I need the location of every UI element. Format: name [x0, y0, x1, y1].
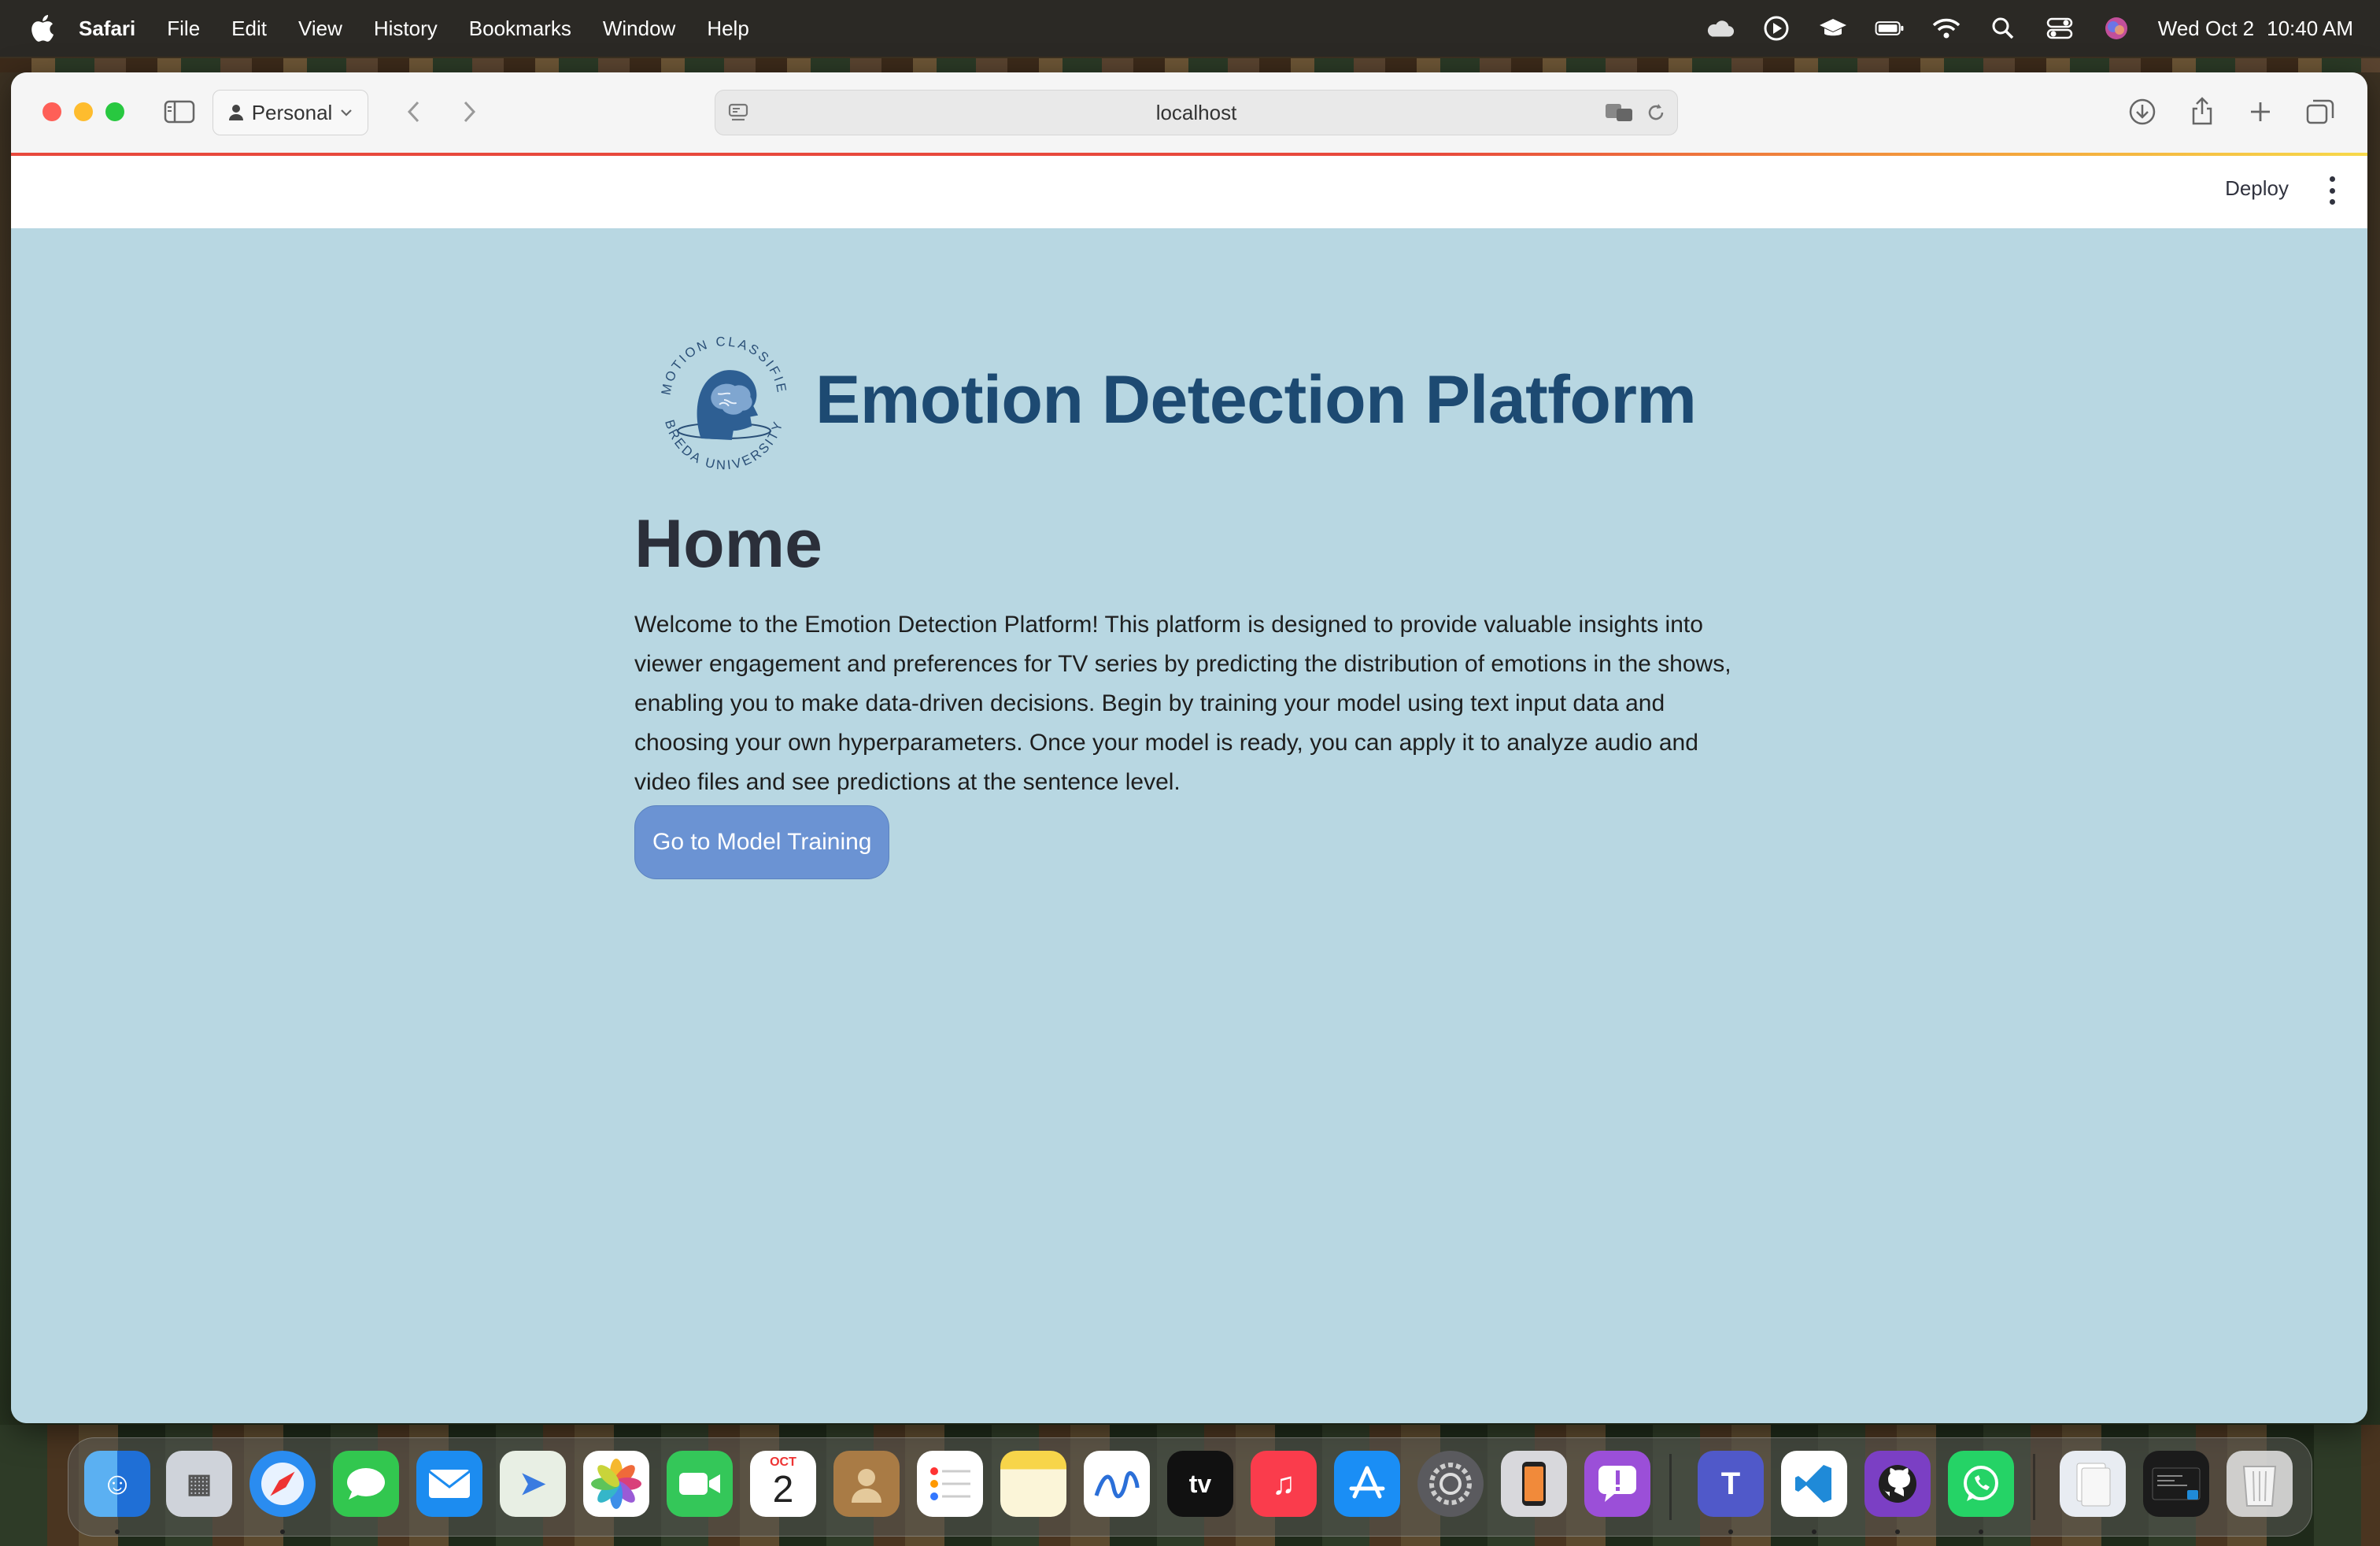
launchpad-icon[interactable]: ▦: [166, 1451, 232, 1517]
calendar-icon[interactable]: OCT 2: [750, 1451, 816, 1517]
menu-app-name[interactable]: Safari: [79, 17, 135, 41]
new-tab-icon[interactable]: [2245, 96, 2276, 128]
reload-icon[interactable]: [1644, 102, 1668, 124]
back-icon[interactable]: [400, 98, 428, 126]
running-indicator: [1812, 1529, 1816, 1534]
go-to-model-training-button[interactable]: Go to Model Training: [634, 805, 890, 879]
graduation-cap-icon[interactable]: [1818, 13, 1848, 43]
apple-tv-label: tv: [1188, 1469, 1212, 1498]
person-icon: [228, 105, 243, 120]
downloads-icon[interactable]: [2127, 96, 2158, 128]
teams-icon[interactable]: T: [1698, 1451, 1764, 1517]
url-text: localhost: [1155, 101, 1237, 124]
menu-edit[interactable]: Edit: [231, 17, 267, 41]
dock-separator: [1669, 1454, 1672, 1520]
running-indicator: [280, 1529, 285, 1534]
running-indicator: [115, 1529, 120, 1534]
title-row: EMOTION CLASSIFIER BREDA UNIVERSITY Emot…: [634, 321, 1752, 479]
music-icon[interactable]: ♫: [1251, 1451, 1317, 1517]
system-settings-icon[interactable]: [1417, 1451, 1484, 1517]
forward-icon[interactable]: [455, 98, 483, 126]
safari-window: Personal localhost Deploy MOTION CLASSIF…: [11, 72, 2367, 1423]
calendar-month: OCT: [770, 1455, 796, 1469]
app-header: Deploy: [11, 156, 2367, 228]
running-indicator: [1895, 1529, 1900, 1534]
photos-icon[interactable]: [583, 1451, 649, 1517]
dock-separator: [2033, 1454, 2035, 1520]
emotion-classifier-logo: EMOTION CLASSIFIER BREDA UNIVERSITY: [647, 323, 787, 472]
reminders-icon[interactable]: [917, 1451, 983, 1517]
notes-icon[interactable]: [1000, 1451, 1066, 1517]
zoom-window-button[interactable]: [105, 102, 124, 121]
sidebar-toggle-icon[interactable]: [164, 98, 195, 126]
dock: ☺ ▦ ➤ OCT 2 tv ♫ T: [68, 1437, 2312, 1537]
whatsapp-icon[interactable]: [1948, 1451, 2014, 1517]
browser-toolbar: Personal localhost: [11, 72, 2367, 155]
siri-icon[interactable]: [2101, 13, 2131, 43]
wifi-icon[interactable]: [1931, 13, 1961, 43]
icloud-icon[interactable]: [1705, 13, 1735, 43]
close-window-button[interactable]: [42, 102, 61, 121]
apple-icon[interactable]: [28, 13, 60, 44]
tab-overview-icon[interactable]: [2304, 96, 2336, 128]
page-heading: Home: [634, 506, 822, 582]
freeform-icon[interactable]: [1084, 1451, 1150, 1517]
desktop-wallpaper: [0, 58, 2380, 72]
address-bar[interactable]: localhost: [715, 90, 1678, 135]
content-column: EMOTION CLASSIFIER BREDA UNIVERSITY Emot…: [634, 321, 1752, 879]
terminal-window-icon[interactable]: [2143, 1451, 2209, 1517]
app-store-icon[interactable]: [1334, 1451, 1400, 1517]
share-icon[interactable]: [2186, 94, 2218, 128]
menu-view[interactable]: View: [298, 17, 342, 41]
deploy-button[interactable]: Deploy: [2225, 176, 2289, 201]
menu-file[interactable]: File: [167, 17, 200, 41]
main-menu-icon[interactable]: [2320, 173, 2344, 208]
iphone-mirroring-icon[interactable]: [1501, 1451, 1567, 1517]
menu-bar: Safari File Edit View History Bookmarks …: [0, 0, 2380, 57]
minimize-window-button[interactable]: [74, 102, 93, 121]
welcome-description: Welcome to the Emotion Detection Platfor…: [634, 612, 1731, 795]
trash-icon[interactable]: [2227, 1451, 2293, 1517]
profile-selector[interactable]: Personal: [213, 90, 368, 135]
feedback-assistant-icon[interactable]: [1584, 1451, 1650, 1517]
apple-tv-icon[interactable]: tv: [1167, 1451, 1233, 1517]
menu-window[interactable]: Window: [603, 17, 675, 41]
menu-date: Wed Oct 2: [2157, 16, 2255, 40]
messages-icon[interactable]: [333, 1451, 399, 1517]
menu-clock[interactable]: Wed Oct 2 10:40 AM: [2158, 17, 2353, 41]
mail-icon[interactable]: [416, 1451, 482, 1517]
chevron-down-icon: [341, 109, 353, 117]
safari-icon[interactable]: [249, 1451, 316, 1517]
menu-history[interactable]: History: [374, 17, 438, 41]
app-title: Emotion Detection Platform: [815, 361, 1697, 438]
running-indicator: [1728, 1529, 1733, 1534]
vscode-icon[interactable]: [1781, 1451, 1847, 1517]
search-icon[interactable]: [1988, 13, 2018, 43]
finder-icon[interactable]: ☺: [84, 1451, 150, 1517]
maps-icon[interactable]: ➤: [500, 1451, 566, 1517]
documents-stack-icon[interactable]: [2060, 1451, 2126, 1517]
github-desktop-icon[interactable]: [1864, 1451, 1931, 1517]
main-content: EMOTION CLASSIFIER BREDA UNIVERSITY Emot…: [11, 228, 2367, 1423]
facetime-icon[interactable]: [667, 1451, 733, 1517]
menu-time: 10:40 AM: [2267, 16, 2353, 40]
battery-icon[interactable]: [1875, 13, 1905, 43]
play-icon[interactable]: [1761, 13, 1791, 43]
running-indicator: [1979, 1529, 1983, 1534]
menu-help[interactable]: Help: [707, 17, 748, 41]
menu-bookmarks[interactable]: Bookmarks: [469, 17, 571, 41]
contacts-icon[interactable]: [833, 1451, 900, 1517]
translate-icon[interactable]: [1603, 102, 1636, 124]
profile-name: Personal: [251, 100, 333, 124]
control-center-icon[interactable]: [2045, 13, 2075, 43]
calendar-day: 2: [772, 1469, 794, 1511]
